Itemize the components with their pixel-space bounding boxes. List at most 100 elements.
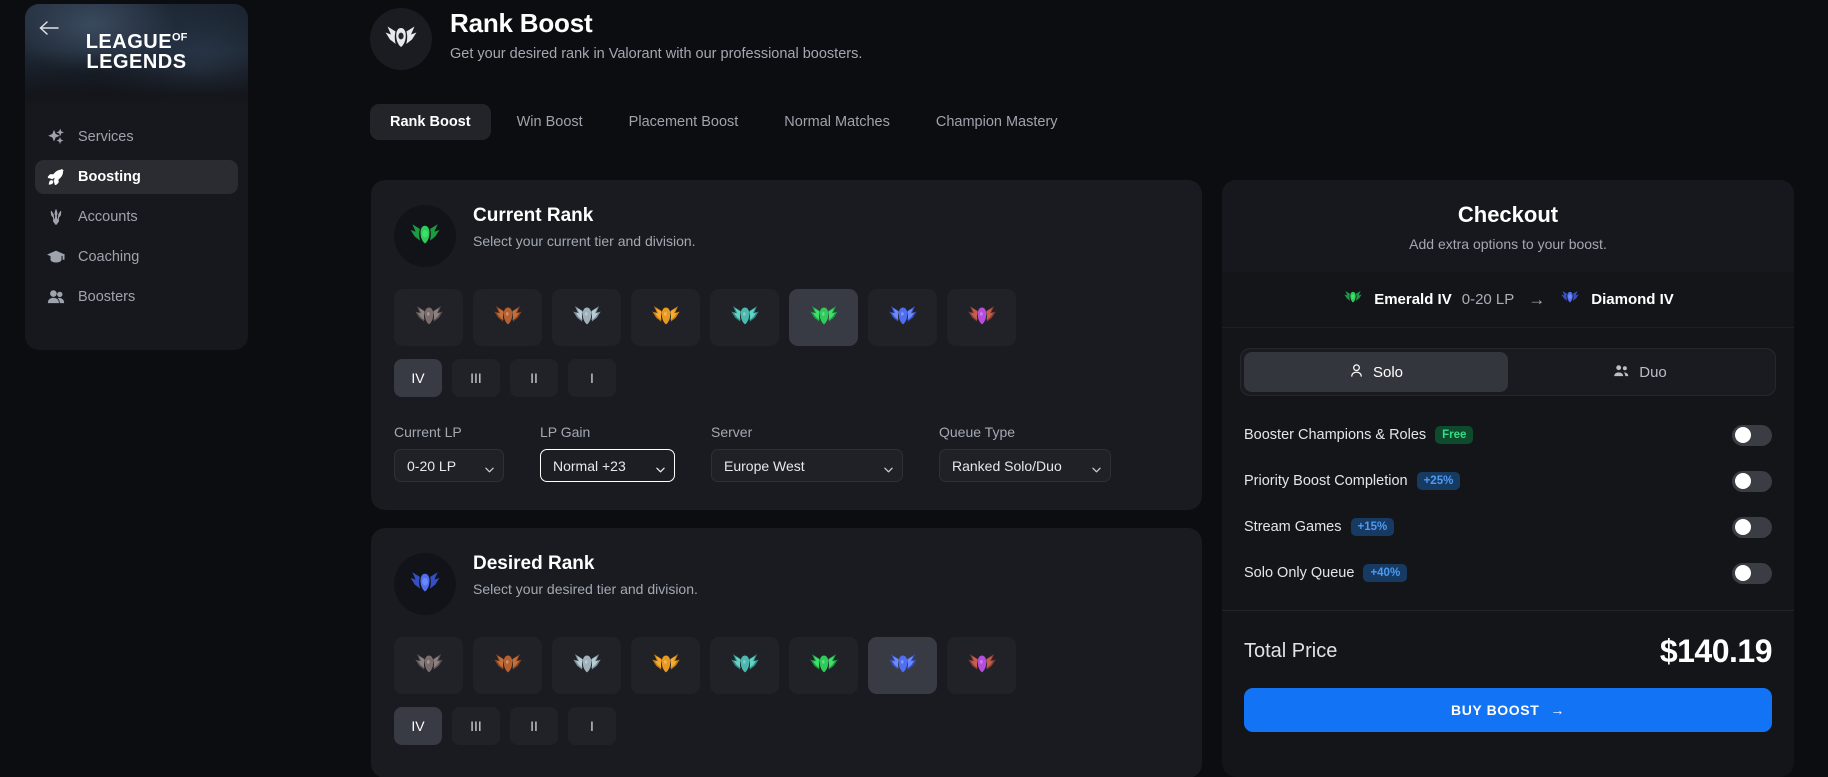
option-badge: +15% <box>1350 518 1395 536</box>
checkout-option-row: Solo Only Queue +40% <box>1244 550 1772 596</box>
current-rank-division-I[interactable]: I <box>568 359 616 397</box>
sidebar-item-services[interactable]: Services <box>35 120 238 154</box>
sidebar-item-label: Boosting <box>78 169 141 185</box>
people-icon <box>47 288 65 306</box>
desired-rank-division-IV[interactable]: IV <box>394 707 442 745</box>
back-arrow-icon[interactable] <box>37 16 61 40</box>
current-rank-tier-master[interactable] <box>947 289 1016 346</box>
option-toggle[interactable] <box>1732 470 1772 492</box>
from-rank-label: Emerald IV <box>1374 291 1452 308</box>
desired-rank-subtitle: Select your desired tier and division. <box>473 581 698 597</box>
checkout-option-row: Stream Games +15% <box>1244 504 1772 550</box>
total-price-value: $140.19 <box>1659 633 1773 669</box>
desired-rank-tier-list <box>371 615 1202 694</box>
mode-duo-label: Duo <box>1639 363 1667 381</box>
field-server: Server Europe West <box>711 424 903 482</box>
desired-rank-division-list: IV III II I <box>371 694 1202 745</box>
lp-gain-select[interactable]: Normal +23 <box>540 449 675 482</box>
current-rank-tier-emerald[interactable] <box>789 289 858 346</box>
server-select[interactable]: Europe West <box>711 449 903 482</box>
tab-rank-boost[interactable]: Rank Boost <box>370 104 491 140</box>
sidebar-hero-banner: LEAGUEOF LEGENDS <box>25 4 248 108</box>
field-queue-type: Queue Type Ranked Solo/Duo <box>939 424 1111 482</box>
tab-normal-matches[interactable]: Normal Matches <box>764 104 910 140</box>
toggle-knob <box>1734 519 1751 535</box>
option-toggle[interactable] <box>1732 562 1772 584</box>
logo-league-text: LEAGUE <box>85 31 173 53</box>
option-label: Booster Champions & Roles <box>1244 427 1427 443</box>
sidebar-item-coaching[interactable]: Coaching <box>35 240 238 274</box>
option-label: Priority Boost Completion <box>1244 473 1408 489</box>
sidebar-item-accounts[interactable]: Accounts <box>35 200 238 234</box>
desired-rank-division-I[interactable]: I <box>568 707 616 745</box>
current-rank-division-IV[interactable]: IV <box>394 359 442 397</box>
from-rank-emerald-icon <box>1342 289 1364 311</box>
desired-rank-tier-diamond[interactable] <box>868 637 937 694</box>
current-rank-tier-platinum[interactable] <box>710 289 779 346</box>
app-root: LEAGUEOF LEGENDS Services Boosting Accou… <box>0 0 1828 777</box>
current-rank-tier-iron[interactable] <box>394 289 463 346</box>
desired-rank-tier-master[interactable] <box>947 637 1016 694</box>
current-rank-subtitle: Select your current tier and division. <box>473 233 696 249</box>
queue-type-select[interactable]: Ranked Solo/Duo <box>939 449 1111 482</box>
option-label: Stream Games <box>1244 519 1342 535</box>
sidebar-item-label: Services <box>78 129 134 145</box>
buy-boost-button[interactable]: BUY BOOST → <box>1244 688 1772 732</box>
current-lp-select[interactable]: 0-20 LP <box>394 449 504 482</box>
sidebar-nav: Services Boosting Accounts Coaching Boos… <box>25 108 248 334</box>
sidebar-item-boosting[interactable]: Boosting <box>35 160 238 194</box>
mode-duo-button[interactable]: Duo <box>1508 352 1772 392</box>
arrow-right-icon: → <box>1550 702 1565 718</box>
current-rank-tier-bronze[interactable] <box>473 289 542 346</box>
current-lp-value: 0-20 LP <box>407 457 457 474</box>
desired-rank-tier-platinum[interactable] <box>710 637 779 694</box>
current-rank-tier-silver[interactable] <box>552 289 621 346</box>
current-rank-division-III[interactable]: III <box>452 359 500 397</box>
queue-type-value: Ranked Solo/Duo <box>952 457 1062 474</box>
desired-rank-tier-gold[interactable] <box>631 637 700 694</box>
current-rank-division-II[interactable]: II <box>510 359 558 397</box>
field-label: LP Gain <box>540 424 591 440</box>
field-label: Queue Type <box>939 424 1016 440</box>
emerald-crest-icon <box>394 205 456 267</box>
mode-solo-button[interactable]: Solo <box>1244 352 1508 392</box>
sparkles-icon <box>47 128 65 146</box>
lp-gain-value: Normal +23 <box>553 457 626 474</box>
desired-rank-tier-silver[interactable] <box>552 637 621 694</box>
mode-solo-label: Solo <box>1372 363 1404 381</box>
to-rank-label: Diamond IV <box>1591 291 1674 308</box>
desired-rank-tier-emerald[interactable] <box>789 637 858 694</box>
desired-rank-tier-iron[interactable] <box>394 637 463 694</box>
tab-champion-mastery[interactable]: Champion Mastery <box>916 104 1078 140</box>
buy-boost-label: BUY BOOST <box>1451 702 1540 718</box>
desired-rank-tier-bronze[interactable] <box>473 637 542 694</box>
single-person-icon <box>1349 363 1364 382</box>
tab-win-boost[interactable]: Win Boost <box>497 104 603 140</box>
chevron-down-icon <box>485 461 494 472</box>
field-label: Current LP <box>394 424 462 440</box>
checkout-options-list: Booster Champions & Roles Free Priority Bo… <box>1222 396 1794 596</box>
toggle-knob <box>1734 473 1751 489</box>
field-current-lp: Current LP 0-20 LP <box>394 424 504 482</box>
option-badge: +40% <box>1363 564 1408 582</box>
total-price-label: Total Price <box>1244 640 1338 662</box>
rocket-icon <box>47 168 65 186</box>
desired-rank-division-II[interactable]: II <box>510 707 558 745</box>
option-toggle[interactable] <box>1732 516 1772 538</box>
sidebar-item-label: Accounts <box>78 209 138 225</box>
current-rank-tier-diamond[interactable] <box>868 289 937 346</box>
checkout-title: Checkout <box>1457 202 1559 227</box>
logo-legends-text: LEGENDS <box>86 51 187 74</box>
current-rank-tier-list <box>371 267 1202 346</box>
tab-placement-boost[interactable]: Placement Boost <box>609 104 759 140</box>
chevron-down-icon <box>1092 461 1101 472</box>
current-rank-tier-gold[interactable] <box>631 289 700 346</box>
two-people-icon <box>1613 363 1630 382</box>
desired-rank-division-III[interactable]: III <box>452 707 500 745</box>
sidebar: LEAGUEOF LEGENDS Services Boosting Accou… <box>25 4 248 350</box>
checkout-panel: Checkout Add extra options to your boost… <box>1222 180 1794 777</box>
sidebar-item-boosters[interactable]: Boosters <box>35 280 238 314</box>
option-toggle[interactable] <box>1732 424 1772 446</box>
toggle-knob <box>1734 427 1751 443</box>
desired-rank-title: Desired Rank <box>473 553 595 574</box>
